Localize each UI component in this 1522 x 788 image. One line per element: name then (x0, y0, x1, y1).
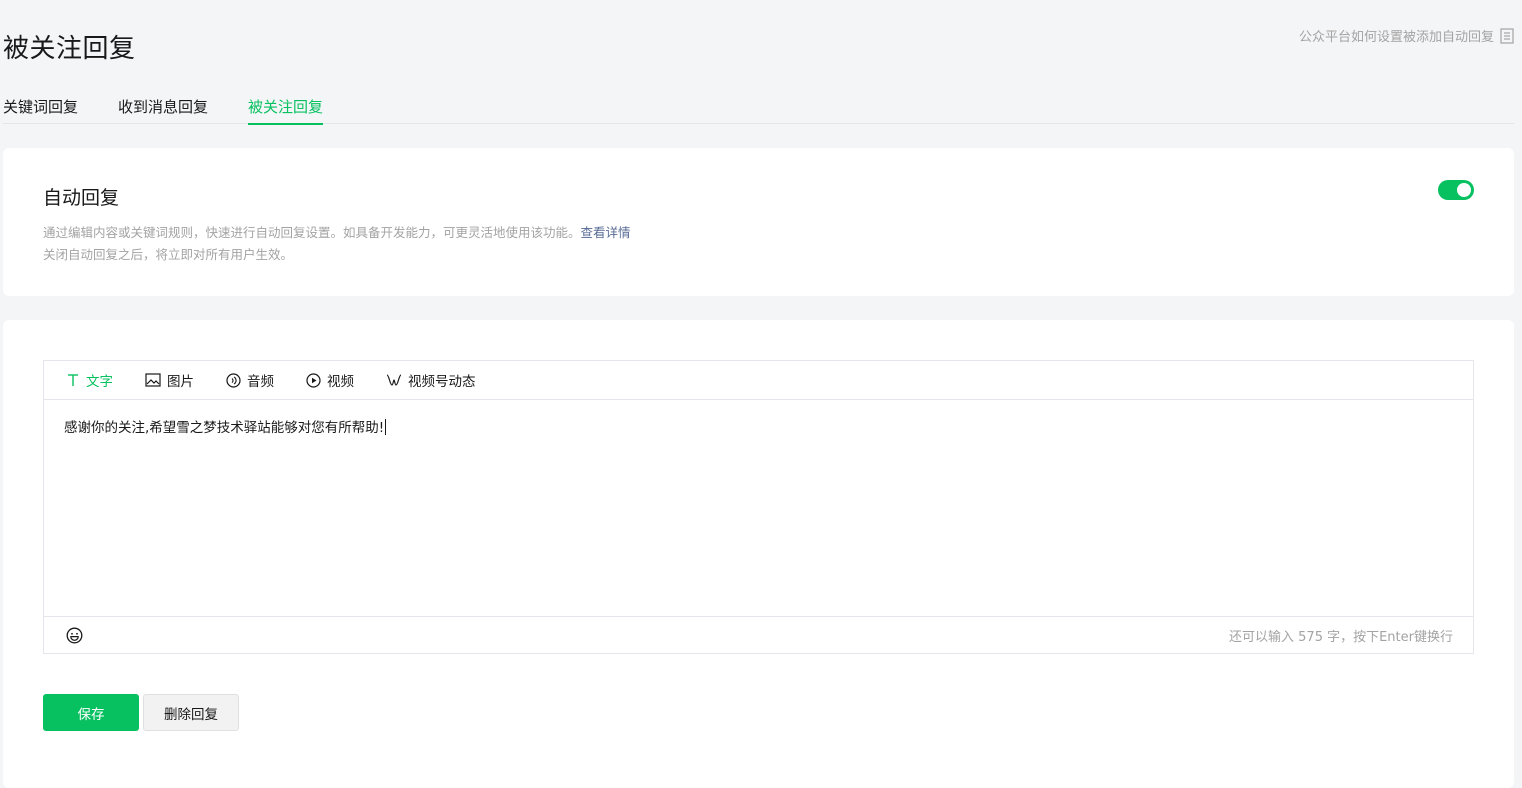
tab-keyword-reply[interactable]: 关键词回复 (3, 96, 78, 124)
tab-image-label: 图片 (167, 374, 194, 390)
tab-channels-label: 视频号动态 (408, 374, 476, 390)
help-link-label: 公众平台如何设置被添加自动回复 (1298, 30, 1494, 45)
reply-content-textarea[interactable]: 感谢你的关注,希望雪之梦技术驿站能够对您有所帮助! (44, 400, 1473, 616)
content-type-tabs: 文字 图片 音频 视频 视频号动态 (44, 361, 1473, 400)
text-icon (66, 373, 80, 387)
audio-icon (226, 372, 241, 388)
tab-audio-label: 音频 (247, 374, 274, 390)
tab-audio[interactable]: 音频 (226, 370, 274, 390)
reply-editor: 文字 图片 音频 视频 视频号动态 感谢你的关注,希望雪之梦技术驿站能够对您有所… (43, 360, 1474, 654)
tab-video-label: 视频 (327, 374, 354, 390)
help-link[interactable]: 公众平台如何设置被添加自动回复 (1299, 26, 1514, 45)
auto-reply-title: 自动回复 (43, 187, 120, 209)
channels-icon (386, 373, 402, 387)
video-icon (306, 372, 321, 388)
tab-follow-reply[interactable]: 被关注回复 (248, 96, 324, 125)
image-icon (145, 373, 161, 387)
auto-reply-desc-line1: 通过编辑内容或关键词规则，快速进行自动回复设置。如具备开发能力，可更灵活地使用该… (43, 225, 581, 240)
toggle-knob (1457, 183, 1471, 197)
delete-reply-button[interactable]: 删除回复 (143, 694, 239, 731)
reply-editor-card: 文字 图片 音频 视频 视频号动态 感谢你的关注,希望雪之梦技术驿站能够对您有所… (3, 320, 1514, 788)
tab-video[interactable]: 视频 (306, 370, 354, 390)
tab-image[interactable]: 图片 (145, 370, 194, 390)
tab-text-label: 文字 (86, 374, 113, 390)
reply-type-tabs: 关键词回复 收到消息回复 被关注回复 (3, 96, 1514, 125)
view-details-link[interactable]: 查看详情 (581, 225, 631, 240)
emoji-icon[interactable] (66, 627, 83, 644)
page-title: 被关注回复 (3, 34, 136, 64)
tab-message-reply[interactable]: 收到消息回复 (118, 96, 208, 124)
document-icon (1500, 27, 1514, 44)
tab-channels[interactable]: 视频号动态 (386, 370, 476, 390)
reply-content-text: 感谢你的关注,希望雪之梦技术驿站能够对您有所帮助! (64, 420, 385, 436)
char-count-hint: 还可以输入 575 字，按下Enter键换行 (1229, 629, 1453, 645)
auto-reply-toggle[interactable] (1438, 180, 1474, 200)
editor-footer: 还可以输入 575 字，按下Enter键换行 (44, 616, 1473, 653)
auto-reply-desc-line2: 关闭自动回复之后，将立即对所有用户生效。 (43, 247, 294, 262)
text-caret (385, 419, 387, 435)
tab-text[interactable]: 文字 (66, 370, 113, 390)
save-button[interactable]: 保存 (43, 694, 139, 731)
page: 被关注回复 公众平台如何设置被添加自动回复 关键词回复 收到消息回复 被关注回复… (0, 0, 1522, 788)
auto-reply-card: 自动回复 通过编辑内容或关键词规则，快速进行自动回复设置。如具备开发能力，可更灵… (3, 148, 1514, 296)
auto-reply-description: 通过编辑内容或关键词规则，快速进行自动回复设置。如具备开发能力，可更灵活地使用该… (43, 222, 631, 266)
